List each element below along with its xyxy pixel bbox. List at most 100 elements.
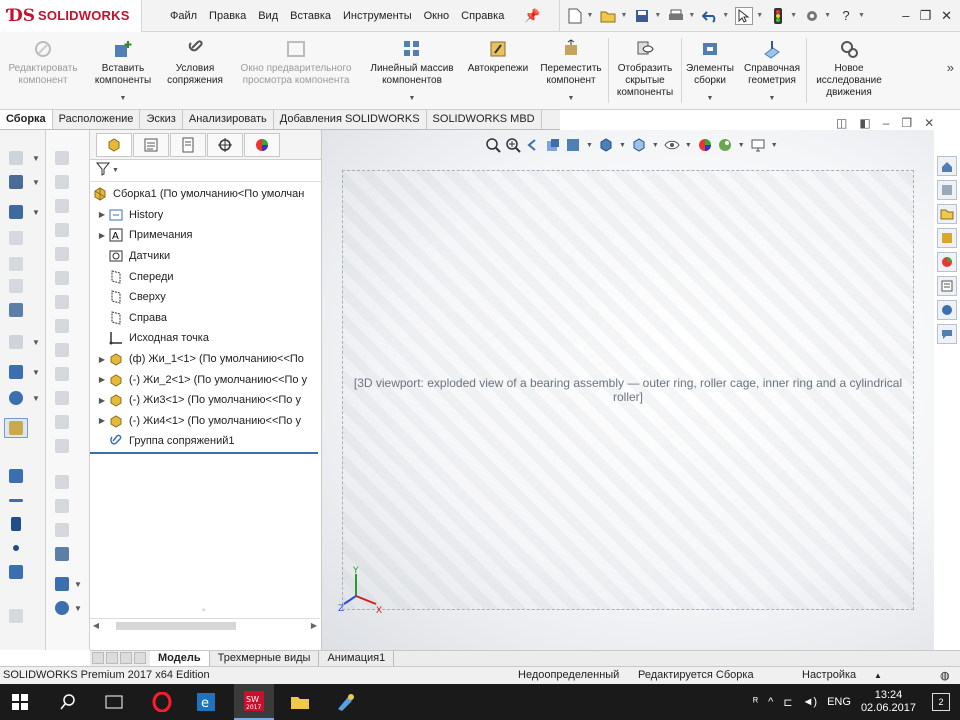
tab-evaluate[interactable]: Анализировать <box>183 110 274 129</box>
tool-icon[interactable] <box>50 412 74 432</box>
windows-start-icon[interactable] <box>0 684 40 720</box>
solidworks-taskbar-icon[interactable]: SW 2017 <box>234 684 274 720</box>
options-icon[interactable] <box>803 7 821 25</box>
solidworks-resources-icon[interactable] <box>937 156 957 176</box>
featuremanager-tab-icon[interactable] <box>96 132 132 157</box>
dropdown-icon[interactable]: ▼ <box>652 142 659 149</box>
tool-icon[interactable] <box>4 562 28 582</box>
dimxpert-tab-icon[interactable] <box>207 132 243 157</box>
tree-item[interactable]: ▶ (-) Жи4<1> (По умолчанию<<По у <box>90 411 321 432</box>
rebuild-icon[interactable] <box>769 7 787 25</box>
motion-study-button[interactable]: Новое исследование движения <box>807 32 891 109</box>
design-library-icon[interactable] <box>937 180 957 200</box>
tool-icon[interactable]: ▼ <box>4 172 40 192</box>
configurationmanager-tab-icon[interactable] <box>170 132 206 157</box>
expand-arrow-icon[interactable]: ▶ <box>96 355 108 364</box>
tool-icon[interactable] <box>50 340 74 360</box>
expand-arrow-icon[interactable]: ▶ <box>96 396 108 405</box>
tool-icon[interactable] <box>50 268 74 288</box>
expand-arrow-icon[interactable]: ▶ <box>96 231 108 240</box>
tree-item[interactable]: Датчики <box>90 246 321 267</box>
rebuild-dropdown-icon[interactable]: ▼ <box>790 12 797 19</box>
solidworks-forum-icon[interactable] <box>937 300 957 320</box>
menu-file[interactable]: Файл <box>164 0 203 32</box>
apply-scene-icon[interactable] <box>716 136 734 154</box>
tree-item[interactable]: ▶ (ф) Жи_1<1> (По умолчанию<<По <box>90 349 321 370</box>
tool-icon[interactable] <box>4 418 28 438</box>
tool-icon[interactable] <box>4 466 28 486</box>
tree-item[interactable]: ▶ (-) Жи_2<1> (По умолчанию<<По у <box>90 369 321 390</box>
dynamic-annotation-icon[interactable] <box>564 136 582 154</box>
task-view-icon[interactable] <box>94 684 134 720</box>
print-icon[interactable] <box>667 7 685 25</box>
tool-icon[interactable]: ▼ <box>4 148 40 168</box>
language-indicator[interactable]: ENG <box>827 696 851 708</box>
view-settings-icon[interactable] <box>749 136 767 154</box>
tab-addins[interactable]: Добавления SOLIDWORKS <box>274 110 427 129</box>
dropdown-icon[interactable]: ▼ <box>32 394 40 403</box>
pattern-dropdown-icon[interactable]: ▼ <box>409 93 416 105</box>
paint-app-icon[interactable] <box>326 684 366 720</box>
custom-properties-icon[interactable] <box>937 276 957 296</box>
dropdown-icon[interactable]: ▼ <box>738 142 745 149</box>
settings-up-icon[interactable]: ▲ <box>874 671 882 680</box>
scroll-thumb[interactable] <box>116 621 236 630</box>
tree-item[interactable]: ▶ History <box>90 205 321 226</box>
solidworks-forum-chat-icon[interactable] <box>937 324 957 344</box>
next-document-icon[interactable]: ◧ <box>859 116 870 130</box>
menu-view[interactable]: Вид <box>252 0 284 32</box>
tab-layout[interactable]: Расположение <box>53 110 141 129</box>
tab-model[interactable]: Модель <box>150 651 210 666</box>
tool-icon[interactable] <box>50 520 74 540</box>
expand-arrow-icon[interactable]: ▶ <box>96 210 108 219</box>
volume-icon[interactable]: ◄) <box>803 696 818 708</box>
tree-item[interactable]: Сборка1 (По умолчанию<По умолчан <box>90 184 321 205</box>
tab-sketch[interactable]: Эскиз <box>140 110 183 129</box>
solidworks-logo[interactable]: ƊS SOLIDWORKS <box>0 0 142 32</box>
menu-edit[interactable]: Правка <box>203 0 252 32</box>
open-dropdown-icon[interactable]: ▼ <box>620 12 627 19</box>
edge-icon[interactable]: e <box>186 684 226 720</box>
tool-icon[interactable] <box>50 316 74 336</box>
dropdown-icon[interactable]: ▼ <box>32 178 40 187</box>
tool-icon[interactable] <box>4 228 28 248</box>
undo-icon[interactable] <box>701 7 719 25</box>
section-view-icon[interactable] <box>544 136 562 154</box>
tool-icon[interactable] <box>50 172 74 192</box>
tool-icon[interactable]: ▼ <box>4 388 40 408</box>
menu-tools[interactable]: Инструменты <box>337 0 418 32</box>
tool-icon[interactable] <box>4 300 28 320</box>
new-dropdown-icon[interactable]: ▼ <box>587 12 594 19</box>
ribbon-expand-icon[interactable]: » <box>947 60 954 75</box>
file-explorer-icon[interactable] <box>937 204 957 224</box>
dropdown-icon[interactable]: ▼ <box>32 368 40 377</box>
dropdown-icon[interactable]: ▼ <box>619 142 626 149</box>
component-preview-button[interactable]: Окно предварительного просмотра компонен… <box>230 32 362 109</box>
tool-icon[interactable] <box>50 196 74 216</box>
displaymanager-tab-icon[interactable] <box>244 132 280 157</box>
dropdown-icon[interactable]: ▼ <box>32 154 40 163</box>
propertymanager-tab-icon[interactable] <box>133 132 169 157</box>
tool-icon[interactable] <box>4 276 28 296</box>
tool-icon[interactable]: ▼ <box>4 332 40 352</box>
previous-tab-icon[interactable] <box>106 651 118 664</box>
close-icon[interactable]: ✕ <box>941 8 952 24</box>
assembly-features-button[interactable]: Элементы сборки ▼ <box>682 32 738 109</box>
scroll-left-icon[interactable]: ◀ <box>90 621 102 630</box>
tree-item[interactable]: Справа <box>90 308 321 329</box>
filter-dropdown-icon[interactable]: ▼ <box>112 167 119 174</box>
minimize-icon[interactable]: – <box>902 8 909 24</box>
linear-pattern-button[interactable]: Линейный массив компонентов ▼ <box>362 32 462 109</box>
tree-item[interactable]: ▶ (-) Жи3<1> (По умолчанию<<По у <box>90 390 321 411</box>
expand-arrow-icon[interactable]: ▶ <box>96 416 108 425</box>
file-explorer-taskbar-icon[interactable] <box>280 684 320 720</box>
show-hidden-icons-icon[interactable]: ^ <box>768 696 773 708</box>
tool-icon[interactable] <box>4 606 28 626</box>
doc-close-icon[interactable]: ✕ <box>924 116 934 130</box>
menu-window[interactable]: Окно <box>418 0 456 32</box>
tool-icon[interactable]: ▼ <box>50 598 82 618</box>
first-tab-icon[interactable] <box>92 651 104 664</box>
tree-item[interactable]: Спереди <box>90 266 321 287</box>
open-folder-icon[interactable] <box>599 7 617 25</box>
tool-icon[interactable] <box>50 292 74 312</box>
